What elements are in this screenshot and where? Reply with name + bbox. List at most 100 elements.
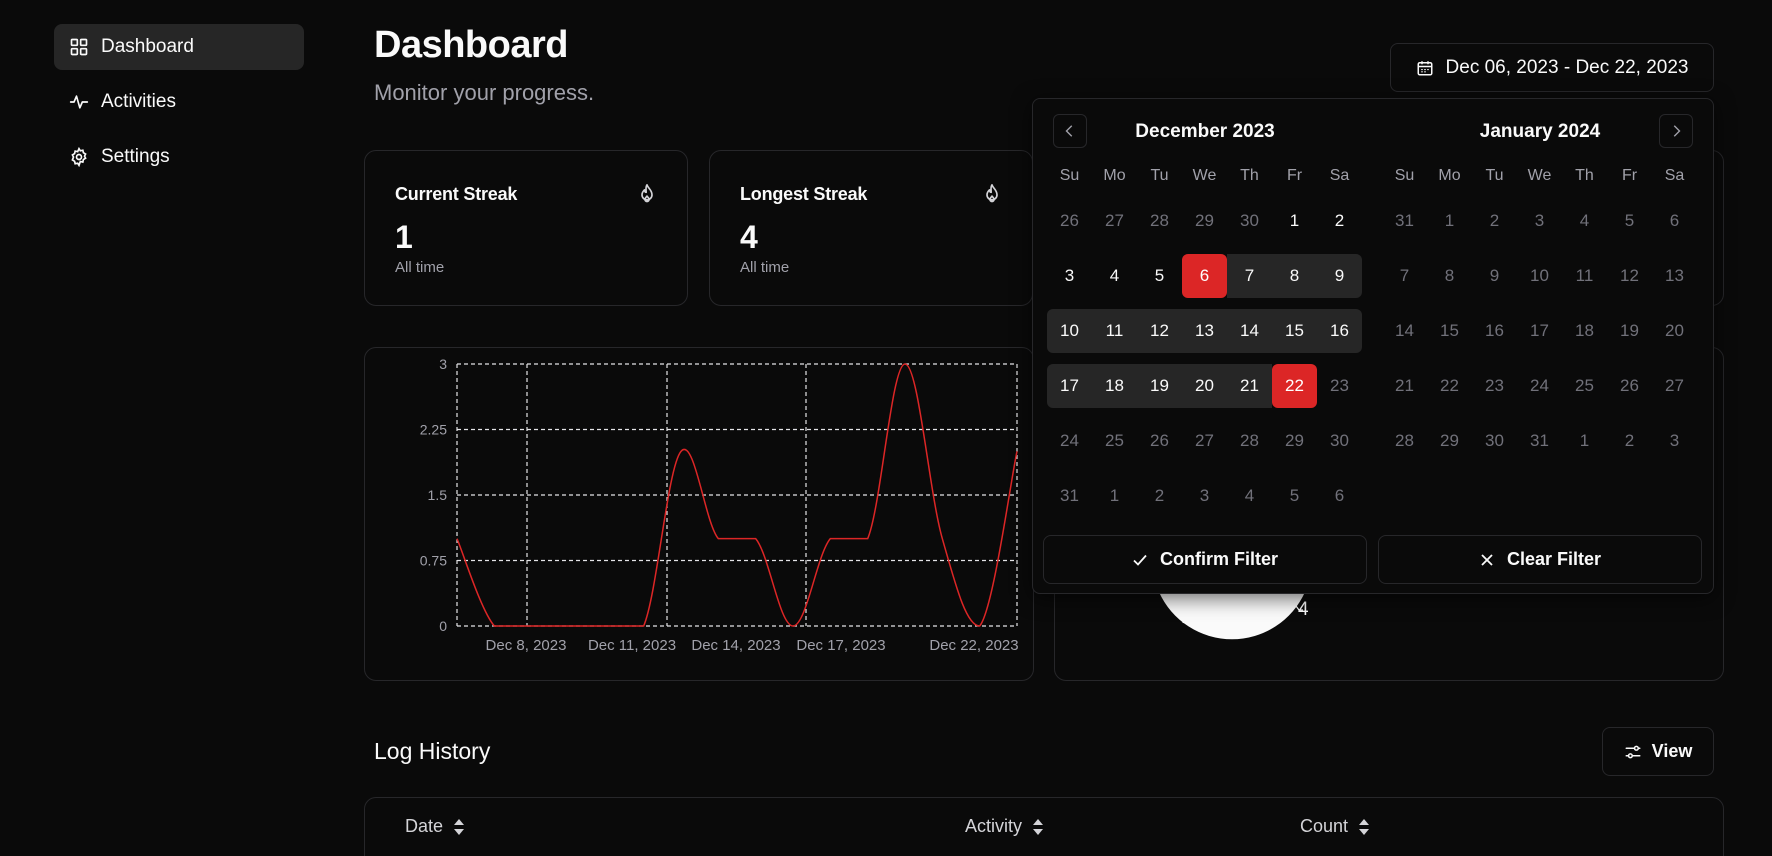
calendar-day[interactable]: 18	[1092, 364, 1137, 408]
calendar-day[interactable]: 27	[1092, 199, 1137, 243]
calendar-day[interactable]: 29	[1272, 419, 1317, 463]
sidebar-item-activities[interactable]: Activities	[54, 79, 304, 125]
calendar-day[interactable]: 21	[1382, 364, 1427, 408]
calendar-day[interactable]: 12	[1137, 309, 1182, 353]
calendar-day[interactable]: 1	[1427, 199, 1472, 243]
calendar-day[interactable]: 2	[1317, 199, 1362, 243]
calendar-day[interactable]: 5	[1607, 199, 1652, 243]
x-tick-label: Dec 14, 2023	[691, 637, 780, 654]
calendar-day[interactable]: 31	[1047, 474, 1092, 518]
page-title: Dashboard	[374, 24, 568, 66]
calendar-day[interactable]: 1	[1092, 474, 1137, 518]
calendar-day[interactable]: 17	[1047, 364, 1092, 408]
view-options-button[interactable]: View	[1602, 727, 1714, 776]
calendar-day[interactable]: 4	[1562, 199, 1607, 243]
calendar-day[interactable]: 26	[1047, 199, 1092, 243]
calendar-day[interactable]: 27	[1652, 364, 1697, 408]
calendar-day[interactable]: 11	[1562, 254, 1607, 298]
calendar-day[interactable]: 29	[1182, 199, 1227, 243]
calendar-day[interactable]: 16	[1472, 309, 1517, 353]
stat-title: Longest Streak	[740, 184, 868, 204]
calendar-day[interactable]: 6	[1652, 199, 1697, 243]
calendar-day[interactable]: 3	[1182, 474, 1227, 518]
calendar-day[interactable]: 4	[1227, 474, 1272, 518]
column-header-count[interactable]: Count	[1300, 816, 1370, 837]
calendar-day[interactable]: 6	[1317, 474, 1362, 518]
calendar-day[interactable]: 15	[1272, 309, 1317, 353]
calendar-day[interactable]: 7	[1382, 254, 1427, 298]
calendar-day[interactable]: 3	[1517, 199, 1562, 243]
calendar-day[interactable]: 31	[1382, 199, 1427, 243]
confirm-filter-button[interactable]: Confirm Filter	[1043, 535, 1367, 584]
calendar-day[interactable]: 10	[1047, 309, 1092, 353]
page-subtitle: Monitor your progress.	[374, 80, 595, 105]
calendar-day[interactable]: 26	[1607, 364, 1652, 408]
calendar-day[interactable]: 26	[1137, 419, 1182, 463]
x-tick-label: Dec 8, 2023	[486, 637, 567, 654]
calendar-day[interactable]: 8	[1427, 254, 1472, 298]
calendar-day[interactable]: 27	[1182, 419, 1227, 463]
calendar-day[interactable]: 24	[1047, 419, 1092, 463]
calendar-day[interactable]: 2	[1607, 419, 1652, 463]
calendar-day[interactable]: 16	[1317, 309, 1362, 353]
calendar-day-selected[interactable]: 6	[1182, 254, 1227, 298]
date-range-popover: December 2023 Su Mo Tu We Th Fr Sa 26 27 28 29 30 1 2 3…	[1032, 98, 1714, 594]
calendar-day[interactable]: 25	[1562, 364, 1607, 408]
calendar-day[interactable]: 1	[1272, 199, 1317, 243]
calendar-day[interactable]: 9	[1472, 254, 1517, 298]
sort-icon	[454, 818, 465, 835]
calendar-day[interactable]: 17	[1517, 309, 1562, 353]
calendar-day[interactable]: 9	[1317, 254, 1362, 298]
calendar-day[interactable]: 14	[1382, 309, 1427, 353]
calendar-day[interactable]: 18	[1562, 309, 1607, 353]
calendar-day[interactable]: 2	[1137, 474, 1182, 518]
line-chart-svg: 0 0.75 1.5 2.25 3 Dec 8, 2023 Dec 11, 2023 Dec …	[420, 356, 1019, 654]
calendar-day[interactable]: 14	[1227, 309, 1272, 353]
calendar-day[interactable]: 15	[1427, 309, 1472, 353]
calendar-day[interactable]: 31	[1517, 419, 1562, 463]
sidebar-item-dashboard[interactable]: Dashboard	[54, 24, 304, 70]
sidebar-item-settings[interactable]: Settings	[54, 134, 304, 180]
calendar-day[interactable]: 23	[1317, 364, 1362, 408]
calendar-day[interactable]: 19	[1137, 364, 1182, 408]
calendar-day[interactable]: 13	[1652, 254, 1697, 298]
flame-icon	[986, 183, 998, 203]
calendar-day[interactable]: 5	[1272, 474, 1317, 518]
calendar-day[interactable]: 10	[1517, 254, 1562, 298]
clear-filter-label: Clear Filter	[1506, 549, 1602, 569]
calendar-day[interactable]: 20	[1652, 309, 1697, 353]
calendar-day[interactable]: 20	[1182, 364, 1227, 408]
calendar-day[interactable]: 2	[1472, 199, 1517, 243]
clear-filter-button[interactable]: Clear Filter	[1378, 535, 1702, 584]
calendar-day[interactable]: 25	[1092, 419, 1137, 463]
calendar-day[interactable]: 23	[1472, 364, 1517, 408]
calendar-day[interactable]: 4	[1092, 254, 1137, 298]
calendar-day[interactable]: 30	[1227, 199, 1272, 243]
calendar-day[interactable]: 28	[1382, 419, 1427, 463]
activity-pulse-icon	[69, 95, 89, 109]
calendar-day[interactable]: 30	[1317, 419, 1362, 463]
calendar-day[interactable]: 12	[1607, 254, 1652, 298]
calendar-day[interactable]: 11	[1092, 309, 1137, 353]
calendar-day[interactable]: 28	[1227, 419, 1272, 463]
column-header-activity[interactable]: Activity	[965, 816, 1044, 837]
calendar-day[interactable]: 24	[1517, 364, 1562, 408]
calendar-day-selected[interactable]: 22	[1272, 364, 1317, 408]
calendar-day[interactable]: 8	[1272, 254, 1317, 298]
calendar-day[interactable]: 21	[1227, 364, 1272, 408]
calendar-day[interactable]: 28	[1137, 199, 1182, 243]
calendar-day[interactable]: 22	[1427, 364, 1472, 408]
column-header-date[interactable]: Date	[405, 816, 465, 837]
calendar-day[interactable]: 30	[1472, 419, 1517, 463]
calendar-day[interactable]: 7	[1227, 254, 1272, 298]
calendar-day[interactable]: 1	[1562, 419, 1607, 463]
calendar-day[interactable]: 13	[1182, 309, 1227, 353]
x-tick-label: Dec 11, 2023	[588, 637, 676, 654]
calendar-day[interactable]: 29	[1427, 419, 1472, 463]
stat-card-longest-streak: Longest Streak 4 All time	[709, 150, 1033, 306]
calendar-day[interactable]: 3	[1652, 419, 1697, 463]
calendar-day[interactable]: 3	[1047, 254, 1092, 298]
calendar-day[interactable]: 19	[1607, 309, 1652, 353]
calendar-day[interactable]: 5	[1137, 254, 1182, 298]
date-range-picker-button[interactable]: Dec 06, 2023 - Dec 22, 2023	[1390, 43, 1714, 92]
